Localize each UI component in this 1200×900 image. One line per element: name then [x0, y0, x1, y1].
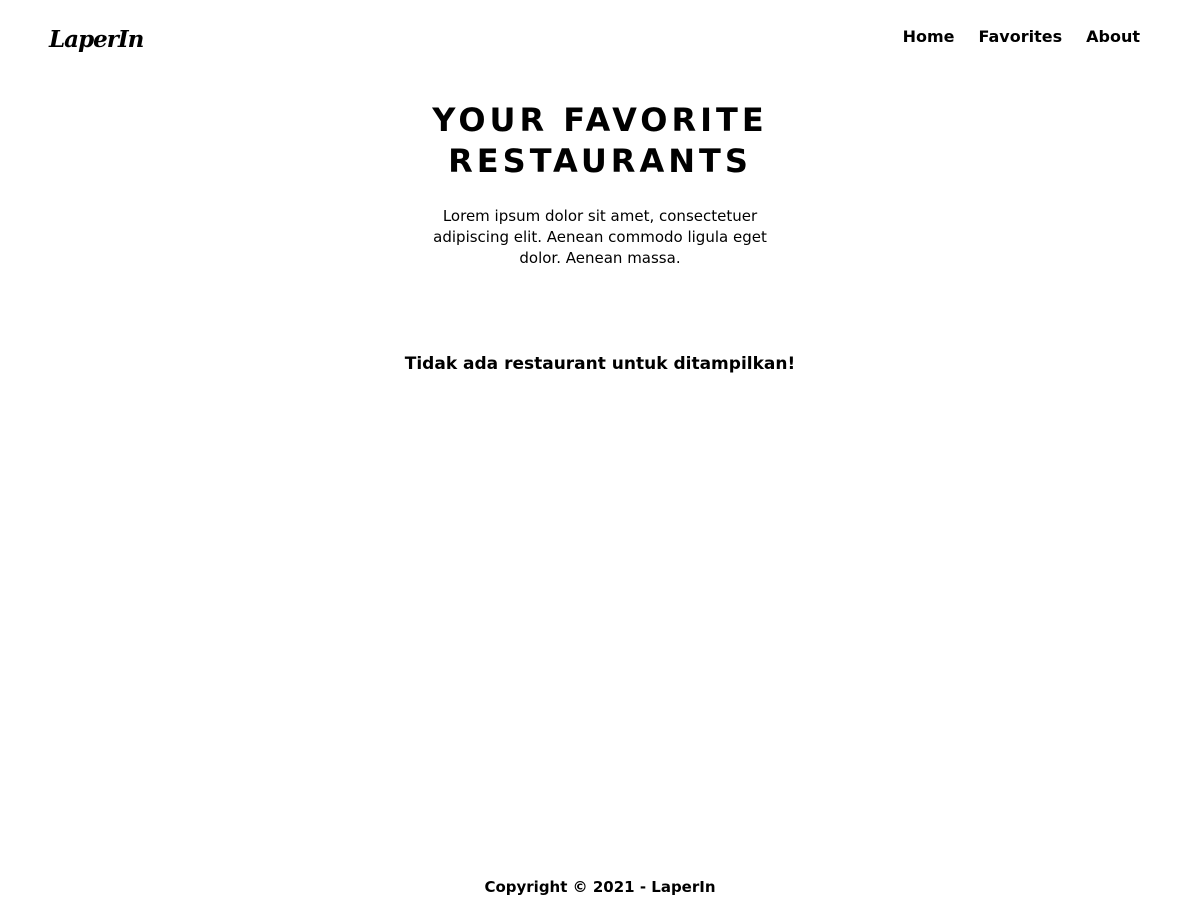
page: LaperIn Home Favorites About YOUR FAVORI… [0, 0, 1200, 900]
page-title: YOUR FAVORITE RESTAURANTS [432, 101, 768, 180]
app-header: LaperIn Home Favorites About [0, 0, 1200, 80]
app-footer: Copyright © 2021 - LaperIn [0, 876, 1200, 898]
main-nav: Home Favorites About [903, 27, 1140, 47]
nav-link-favorites[interactable]: Favorites [979, 27, 1063, 47]
brand-logo[interactable]: LaperIn [49, 26, 144, 53]
hero-description: Lorem ipsum dolor sit amet, consectetuer… [433, 207, 767, 267]
nav-link-about[interactable]: About [1086, 27, 1140, 47]
empty-state-message: Tidak ada restaurant untuk ditampilkan! [404, 354, 796, 374]
copyright-text: Copyright © 2021 - LaperIn [484, 878, 716, 896]
nav-link-home[interactable]: Home [903, 27, 955, 47]
hero-section: YOUR FAVORITE RESTAURANTS Lorem ipsum do… [0, 100, 1200, 269]
